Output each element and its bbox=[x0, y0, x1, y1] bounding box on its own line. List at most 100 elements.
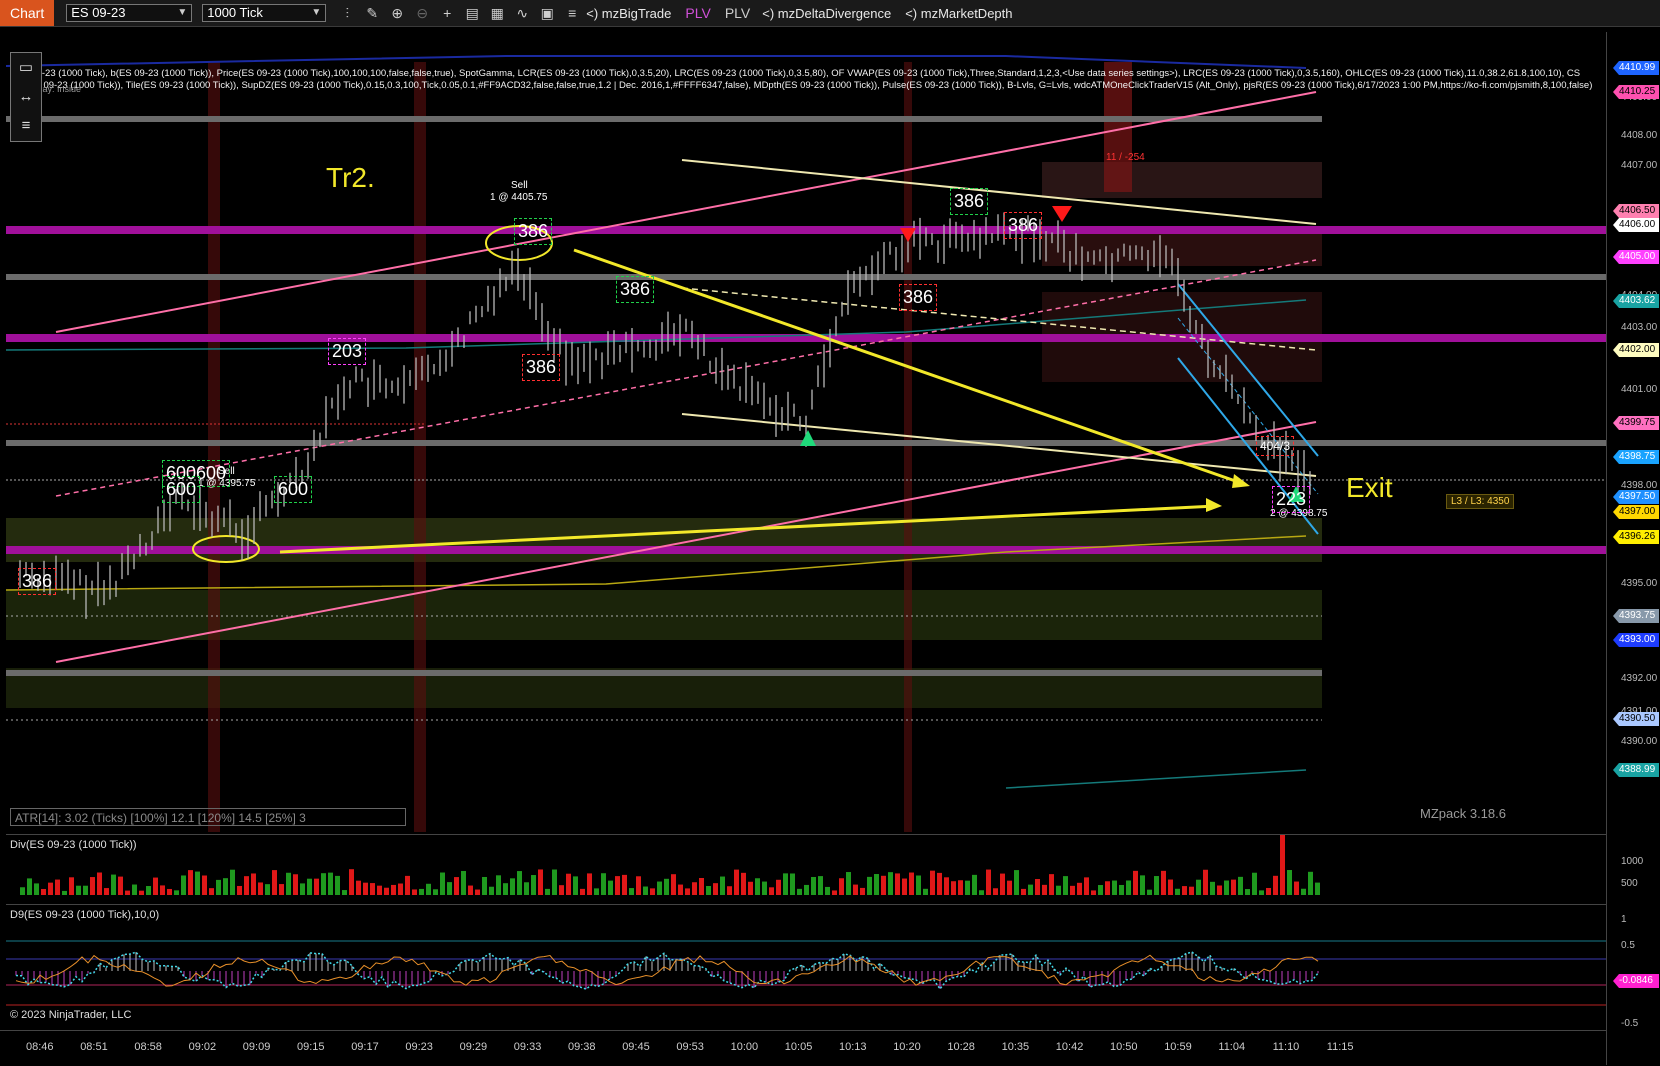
div-bar bbox=[1042, 884, 1047, 895]
div-bar bbox=[559, 885, 564, 895]
div-panel[interactable]: Div(ES 09-23 (1000 Tick)) bbox=[6, 834, 1606, 901]
div-axis-label: 1000 bbox=[1621, 856, 1644, 867]
div-bar bbox=[629, 888, 634, 895]
div-bar bbox=[573, 876, 578, 895]
period-selector[interactable]: 1000 Tick ▼ bbox=[202, 4, 327, 22]
price-axis-label: 4403.00 bbox=[1621, 322, 1658, 333]
div-bar bbox=[657, 881, 662, 895]
div-bar bbox=[1259, 890, 1264, 895]
div-bar bbox=[517, 871, 522, 895]
div-bar bbox=[1063, 876, 1068, 895]
zoom-in-icon[interactable]: ⊕ bbox=[386, 2, 408, 24]
price-axis[interactable]: 4409.004408.004407.004404.004403.004401.… bbox=[1606, 32, 1660, 1065]
time-axis-label: 11:04 bbox=[1218, 1041, 1246, 1053]
div-bar bbox=[342, 890, 347, 895]
div-bar bbox=[825, 886, 830, 895]
price-tag: 4397.00 bbox=[1613, 505, 1659, 519]
price-tag: 4393.00 bbox=[1613, 633, 1659, 647]
time-axis-label: 09:02 bbox=[188, 1041, 217, 1053]
indicators-icon[interactable]: ∿ bbox=[511, 2, 533, 24]
div-bar bbox=[853, 884, 858, 895]
arrow-head bbox=[1232, 474, 1250, 488]
div-bar bbox=[1084, 877, 1089, 895]
chart-tab[interactable]: Chart bbox=[0, 0, 55, 26]
div-bar bbox=[454, 877, 459, 895]
div-bar bbox=[223, 878, 228, 895]
zone-band bbox=[6, 590, 1322, 640]
div-bar bbox=[972, 874, 977, 895]
div-bar bbox=[76, 885, 81, 895]
time-axis-label: 08:51 bbox=[80, 1041, 108, 1053]
div-bar bbox=[1035, 879, 1040, 895]
pencil-icon[interactable]: ✎ bbox=[361, 2, 383, 24]
div-bar bbox=[349, 869, 354, 895]
time-axis-label: 10:50 bbox=[1110, 1041, 1138, 1053]
time-axis-label: 09:53 bbox=[676, 1041, 704, 1053]
div-bar bbox=[1021, 888, 1026, 895]
div-bar bbox=[713, 883, 718, 895]
data-box-icon[interactable]: ▦ bbox=[486, 2, 508, 24]
indicator-mzmarketdepth[interactable]: <) mzMarketDepth bbox=[905, 6, 1012, 21]
zoom-out-icon[interactable]: ⊖ bbox=[411, 2, 433, 24]
instrument-selector[interactable]: ES 09-23 ▼ bbox=[66, 4, 193, 22]
div-bar bbox=[965, 880, 970, 895]
div-bar bbox=[384, 887, 389, 895]
time-axis[interactable]: 08:46 08:51 08:58 09:02 09:09 09:15 09:17 09:23… bbox=[0, 1030, 1606, 1066]
price-axis-label: 4408.00 bbox=[1621, 130, 1658, 141]
time-axis-label: 08:46 bbox=[26, 1041, 54, 1053]
price-tag: 4402.00 bbox=[1613, 343, 1659, 357]
d9-line bbox=[15, 951, 1319, 991]
time-axis-label: 10:42 bbox=[1055, 1041, 1084, 1053]
list-icon[interactable]: ≡ bbox=[561, 2, 583, 24]
div-bar bbox=[874, 874, 879, 895]
div-bar bbox=[1154, 876, 1159, 895]
div-bar bbox=[153, 877, 158, 895]
div-bar bbox=[1056, 885, 1061, 895]
price-tag: 4397.50 bbox=[1613, 490, 1659, 504]
copyright: © 2023 NinjaTrader, LLC bbox=[10, 1009, 132, 1021]
div-bar bbox=[797, 888, 802, 895]
div-bar bbox=[1126, 880, 1131, 895]
time-axis-label: 09:23 bbox=[405, 1041, 433, 1053]
strategies-icon[interactable]: ▣ bbox=[536, 2, 558, 24]
price-tag: 4399.75 bbox=[1613, 416, 1659, 430]
crosshair-icon[interactable]: + bbox=[436, 2, 458, 24]
div-bar bbox=[916, 875, 921, 895]
indicator-mzbigtrade[interactable]: <) mzBigTrade bbox=[586, 6, 671, 21]
volume-box: 386 bbox=[522, 354, 561, 381]
chevron-down-icon: ▼ bbox=[177, 7, 188, 18]
div-bar bbox=[433, 889, 438, 895]
div-bar bbox=[699, 877, 704, 895]
div-bar bbox=[1028, 884, 1033, 895]
div-bar bbox=[461, 870, 466, 895]
volume-box: 386 bbox=[950, 188, 989, 215]
div-bar bbox=[41, 888, 46, 895]
div-bar bbox=[62, 890, 67, 895]
div-bar bbox=[1196, 879, 1201, 895]
price-panel[interactable]: ES 09-23 (1000 Tick), b(ES 09-23 (1000 T… bbox=[5, 32, 1606, 832]
price-tag: 4410.25 bbox=[1613, 85, 1659, 99]
horizontal-arrows-icon[interactable]: ↔ bbox=[19, 82, 34, 111]
div-bar bbox=[1210, 881, 1215, 895]
price-axis-label: 4395.00 bbox=[1621, 578, 1658, 589]
div-bar bbox=[951, 881, 956, 895]
indicator-plv-1[interactable]: PLV bbox=[685, 5, 710, 21]
delta-label: 11 / -254 bbox=[1106, 152, 1145, 163]
div-bar bbox=[398, 883, 403, 895]
ruler-icon[interactable]: ▭ bbox=[19, 53, 33, 82]
div-bar bbox=[727, 886, 732, 895]
price-tag: 4396.26 bbox=[1613, 530, 1659, 544]
time-axis-label: 08:58 bbox=[134, 1041, 162, 1053]
price-tag: 4410.99 bbox=[1613, 61, 1659, 75]
price-tag: 4406.50 bbox=[1613, 204, 1659, 218]
properties-icon[interactable]: ▤ bbox=[461, 2, 483, 24]
menu-icon[interactable]: ≡ bbox=[22, 111, 31, 140]
div-bar bbox=[146, 886, 151, 895]
d9-panel[interactable]: D9(ES 09-23 (1000 Tick),10,0) © 2023 Nin… bbox=[6, 904, 1606, 1029]
indicator-plv-2[interactable]: PLV bbox=[725, 5, 750, 21]
indicator-mzdeltadivergence[interactable]: <) mzDeltaDivergence bbox=[762, 6, 891, 21]
div-bar bbox=[1203, 869, 1208, 895]
bar-type-icon[interactable]: ⫶ bbox=[336, 2, 358, 24]
div-bar bbox=[902, 878, 907, 895]
time-axis-label: 09:33 bbox=[513, 1041, 542, 1053]
